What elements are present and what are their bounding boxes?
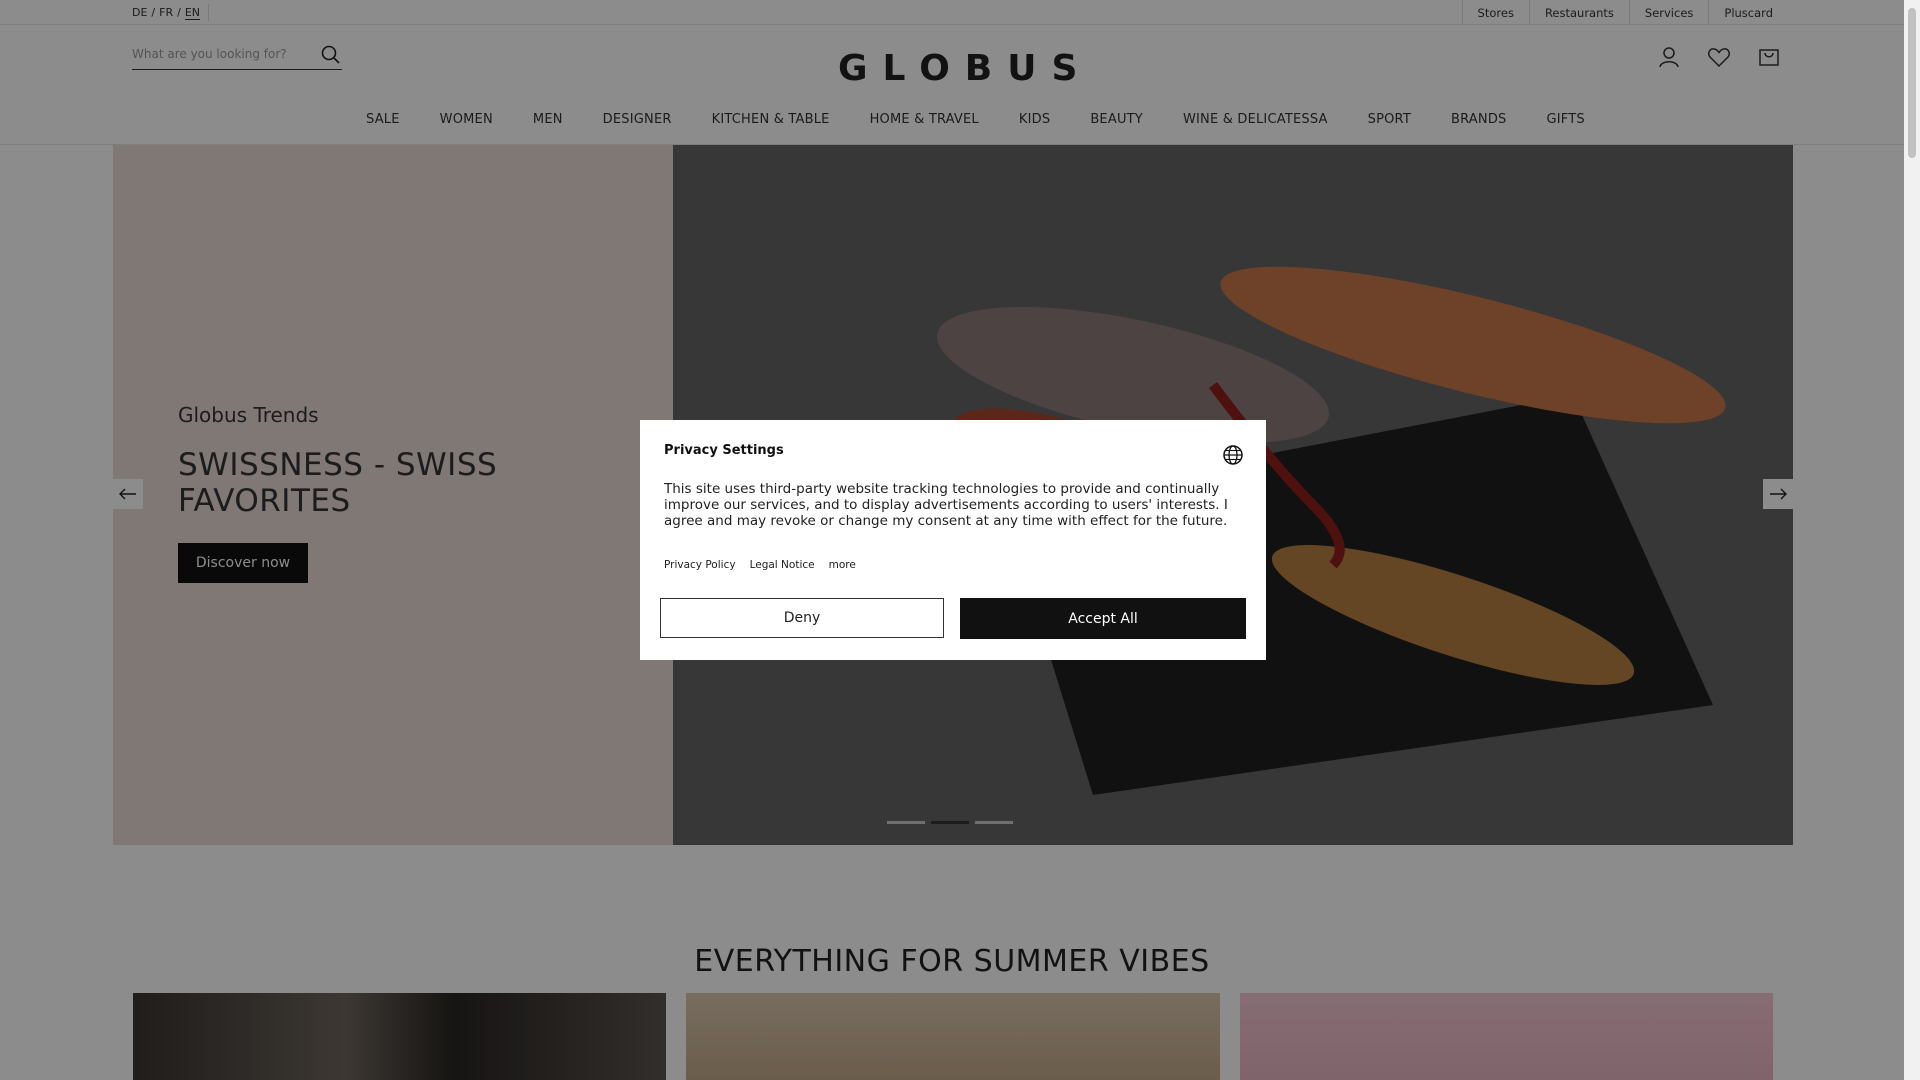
more-link[interactable]: more bbox=[829, 559, 856, 571]
scrollbar[interactable] bbox=[1904, 0, 1920, 1080]
privacy-policy-link[interactable]: Privacy Policy bbox=[664, 559, 736, 571]
deny-button[interactable]: Deny bbox=[660, 598, 944, 638]
legal-notice-link[interactable]: Legal Notice bbox=[750, 559, 815, 571]
scrollbar-thumb[interactable] bbox=[1908, 8, 1916, 158]
privacy-links: Privacy Policy Legal Notice more bbox=[664, 559, 856, 571]
globe-icon[interactable] bbox=[1222, 444, 1244, 466]
privacy-title: Privacy Settings bbox=[664, 443, 784, 458]
privacy-settings-dialog: Privacy Settings This site uses third-pa… bbox=[640, 420, 1266, 660]
privacy-description: This site uses third-party website track… bbox=[664, 481, 1228, 529]
accept-all-button[interactable]: Accept All bbox=[960, 598, 1246, 639]
